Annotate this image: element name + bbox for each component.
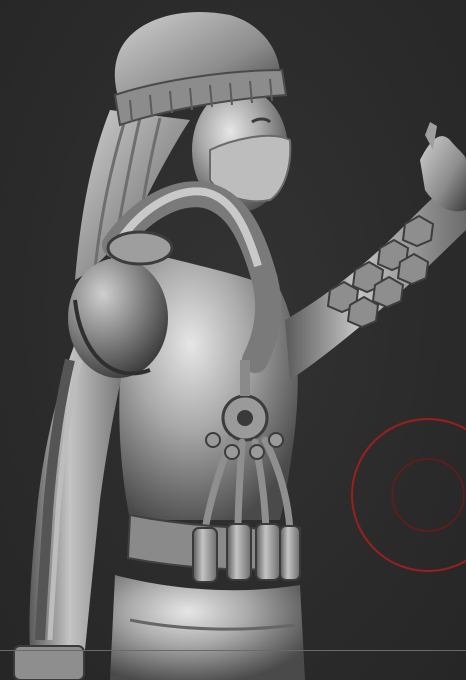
ring-charm-hole <box>237 410 253 426</box>
sculpt-viewport[interactable] <box>0 0 466 680</box>
hand <box>420 136 466 212</box>
cord-bead <box>205 432 221 448</box>
cord-bead <box>224 444 240 460</box>
sculpt-model-canvas[interactable] <box>0 0 466 680</box>
brush-cursor-icon <box>351 418 466 572</box>
cord-bead <box>268 432 284 448</box>
cord-bead <box>249 444 265 460</box>
floor-grid-line <box>0 650 466 651</box>
cuff-band <box>106 230 174 266</box>
shoulder-pad <box>68 258 168 378</box>
wrist-cuff <box>13 645 85 680</box>
cylinder-tips <box>192 523 301 583</box>
arm-scale-pattern <box>326 214 435 329</box>
